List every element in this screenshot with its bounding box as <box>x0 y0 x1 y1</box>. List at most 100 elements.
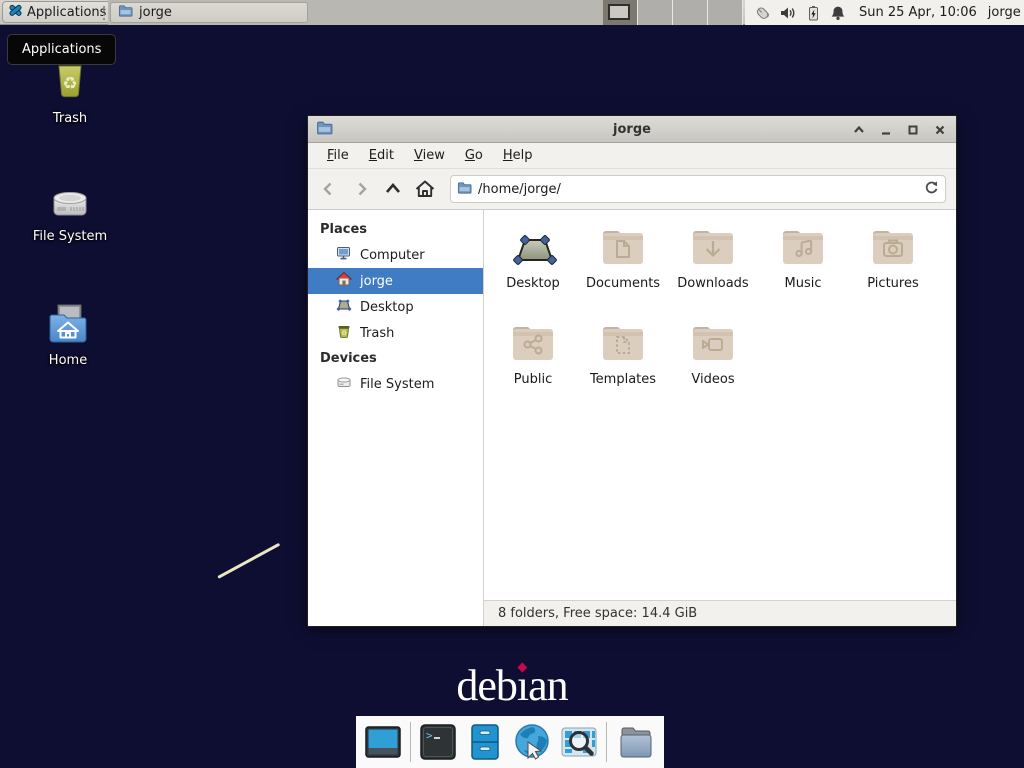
file-item-downloads[interactable]: Downloads <box>668 220 758 316</box>
battery-charging-icon[interactable] <box>805 5 821 21</box>
desktop-icon-label: Trash <box>22 111 118 126</box>
sidebar-item-label: Trash <box>360 326 394 341</box>
forward-button[interactable] <box>346 174 376 204</box>
computer-icon <box>336 245 352 265</box>
folder-public-icon <box>488 322 578 364</box>
sidebar: Places Computer <box>308 210 484 626</box>
path-input[interactable] <box>478 182 918 197</box>
sidebar-header-devices: Devices <box>308 346 483 371</box>
panel-grip-handle[interactable] <box>102 5 107 21</box>
taskbar: jorge <box>108 0 603 25</box>
dock-separator <box>410 722 411 762</box>
panel-clock[interactable]: Sun 25 Apr, 10:06 <box>859 5 977 20</box>
file-item-label: Desktop <box>488 276 578 291</box>
panel-user-menu[interactable]: jorge <box>988 5 1021 20</box>
debian-logo: debıan <box>456 660 567 711</box>
workspace-4[interactable] <box>708 0 743 25</box>
folder-videos-icon <box>668 322 758 364</box>
window-titlebar[interactable]: jorge <box>308 116 956 143</box>
file-item-label: Documents <box>578 276 668 291</box>
sidebar-item-file-system[interactable]: File System <box>308 371 483 397</box>
folder-icon <box>118 3 133 22</box>
home-icon <box>336 271 352 291</box>
sidebar-item-label: Desktop <box>360 300 414 315</box>
desktop-icon-label: File System <box>22 229 118 244</box>
sidebar-item-jorge[interactable]: jorge <box>308 268 483 294</box>
app-finder-icon[interactable] <box>559 722 599 762</box>
folder-pictures-icon <box>848 226 938 268</box>
up-button[interactable] <box>378 174 408 204</box>
dock-panel: > <box>356 716 664 768</box>
file-item-music[interactable]: Music <box>758 220 848 316</box>
terminal-icon[interactable]: > <box>418 722 458 762</box>
path-bar[interactable] <box>450 175 946 203</box>
reload-icon[interactable] <box>924 180 939 199</box>
home-button[interactable] <box>410 174 440 204</box>
status-bar: 8 folders, Free space: 14.4 GiB <box>484 600 956 626</box>
menu-help[interactable]: Help <box>494 145 542 166</box>
file-item-label: Templates <box>578 372 668 387</box>
menu-view[interactable]: View <box>405 145 454 166</box>
mouse-icon[interactable] <box>753 4 770 21</box>
file-item-label: Music <box>758 276 848 291</box>
folder-templates-icon <box>578 322 668 364</box>
folder-music-icon <box>758 226 848 268</box>
directory-menu-icon[interactable] <box>614 722 654 762</box>
workspace-3[interactable] <box>673 0 708 25</box>
sidebar-item-trash[interactable]: ♻ Trash <box>308 320 483 346</box>
file-item-videos[interactable]: Videos <box>668 316 758 412</box>
taskbar-window-button[interactable]: jorge <box>110 2 308 23</box>
file-manager-window: jorge File Edit View Go Help <box>307 115 957 627</box>
toolbar <box>308 169 956 210</box>
hard-drive-icon <box>22 168 118 224</box>
menu-edit[interactable]: Edit <box>360 145 403 166</box>
file-manager-icon[interactable] <box>465 722 505 762</box>
path-folder-icon <box>457 180 472 199</box>
desktop-icon-file-system[interactable]: File System <box>22 168 118 244</box>
folder-documents-icon <box>578 226 668 268</box>
file-item-public[interactable]: Public <box>488 316 578 412</box>
desktop-icon <box>336 297 352 317</box>
desktop-icon-home[interactable]: Home <box>20 292 116 368</box>
menu-bar: File Edit View Go Help <box>308 143 956 169</box>
svg-text:♻: ♻ <box>62 74 77 94</box>
close-button[interactable] <box>932 122 948 138</box>
top-panel: Applications jorge <box>0 0 1024 25</box>
back-button[interactable] <box>314 174 344 204</box>
sidebar-header-places: Places <box>308 217 483 242</box>
notification-bell-icon[interactable] <box>830 5 846 21</box>
xfce-logo-icon <box>8 3 23 22</box>
menu-file[interactable]: File <box>318 145 358 166</box>
applications-tooltip: Applications <box>7 34 116 65</box>
applications-menu-label: Applications <box>27 5 106 20</box>
dock-separator <box>606 722 607 762</box>
file-item-label: Pictures <box>848 276 938 291</box>
web-browser-icon[interactable] <box>512 722 552 762</box>
show-desktop-icon[interactable] <box>363 722 403 762</box>
sidebar-item-computer[interactable]: Computer <box>308 242 483 268</box>
file-item-pictures[interactable]: Pictures <box>848 220 938 316</box>
svg-text:♻: ♻ <box>341 329 347 337</box>
svg-text:>: > <box>426 729 433 742</box>
file-item-label: Public <box>488 372 578 387</box>
shade-button[interactable] <box>851 122 867 138</box>
workspace-1[interactable] <box>603 0 638 25</box>
workspace-window-preview <box>608 4 630 20</box>
menu-go[interactable]: Go <box>456 145 492 166</box>
workspace-2[interactable] <box>638 0 673 25</box>
sidebar-item-label: jorge <box>360 274 393 289</box>
maximize-button[interactable] <box>905 122 921 138</box>
minimize-button[interactable] <box>878 122 894 138</box>
applications-menu-button[interactable]: Applications <box>2 1 114 23</box>
folder-downloads-icon <box>668 226 758 268</box>
mouse-cursor-line <box>217 543 280 579</box>
file-item-desktop[interactable]: Desktop <box>488 220 578 316</box>
workspace-switcher[interactable] <box>603 0 743 25</box>
drive-icon <box>336 374 352 394</box>
volume-icon[interactable] <box>779 5 796 21</box>
file-item-label: Downloads <box>668 276 758 291</box>
home-folder-icon <box>20 292 116 348</box>
sidebar-item-desktop[interactable]: Desktop <box>308 294 483 320</box>
file-item-templates[interactable]: Templates <box>578 316 668 412</box>
file-item-documents[interactable]: Documents <box>578 220 668 316</box>
